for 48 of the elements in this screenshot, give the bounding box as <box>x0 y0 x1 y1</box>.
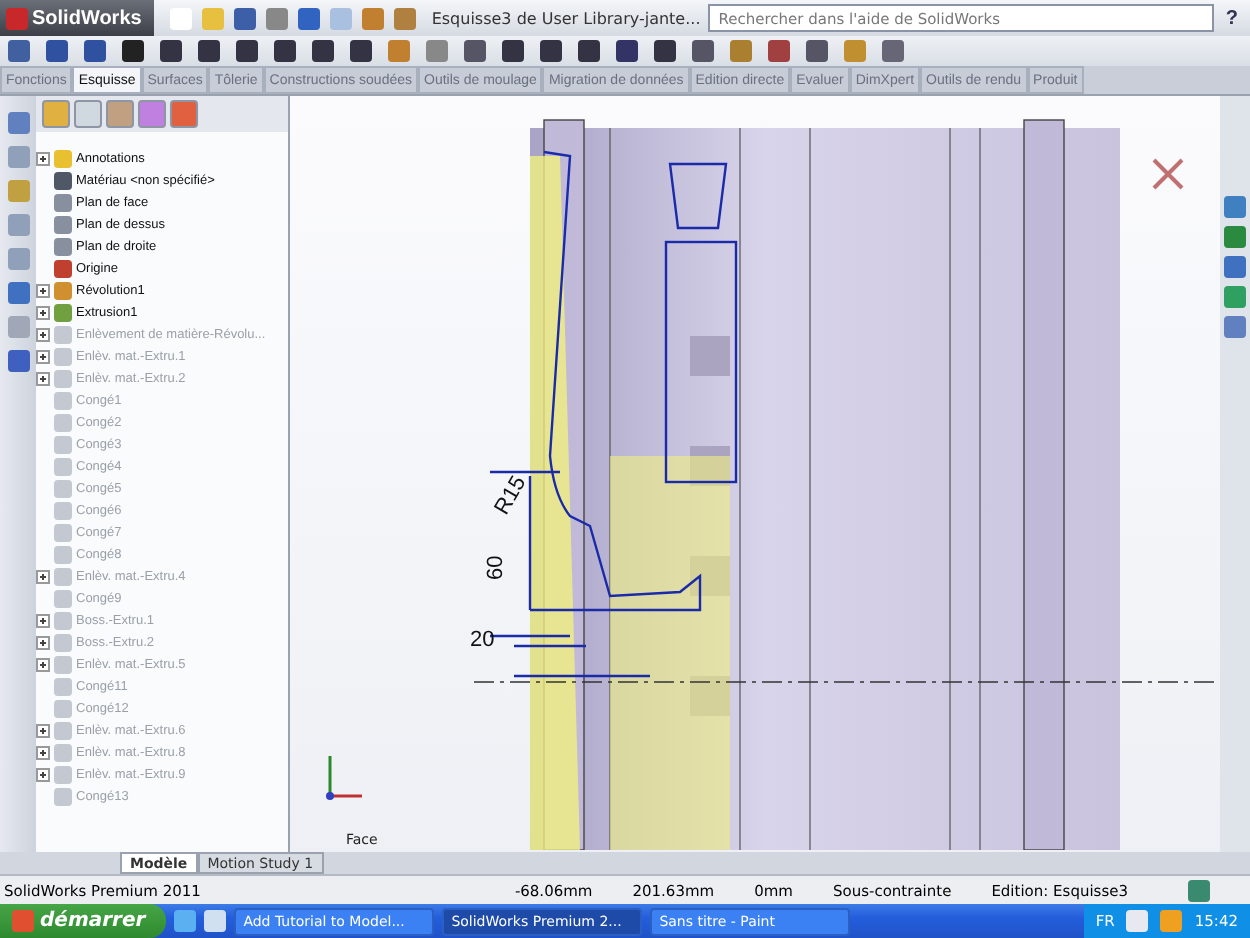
toolbar-icon[interactable] <box>692 40 714 62</box>
start-button[interactable]: démarrer <box>0 904 166 938</box>
toolbar-icon[interactable] <box>540 40 562 62</box>
toolbar-icon[interactable] <box>160 40 182 62</box>
toolbar-icon[interactable] <box>7 282 29 304</box>
toolbar-icon[interactable] <box>616 40 638 62</box>
triad-icon <box>326 756 362 800</box>
panel-tab[interactable] <box>74 100 102 128</box>
expand-icon[interactable] <box>36 306 50 320</box>
toolbar-icon[interactable] <box>233 7 256 29</box>
toolbar-icon[interactable] <box>882 40 904 62</box>
help-button[interactable]: ? <box>1221 7 1242 29</box>
document-title: Esquisse3 de User Library-jante... <box>431 9 701 27</box>
toolbar-icon[interactable] <box>578 40 600 62</box>
toolbar-icon[interactable] <box>350 40 372 62</box>
toolbar-icon[interactable] <box>7 350 29 372</box>
quicklaunch-icon[interactable] <box>203 910 226 932</box>
toolbar-icon[interactable] <box>806 40 828 62</box>
toolbar-icon[interactable] <box>265 7 288 29</box>
side-icon[interactable] <box>1224 286 1246 308</box>
toolbar-icon[interactable] <box>361 7 384 29</box>
expand-icon[interactable] <box>36 152 50 166</box>
toolbar-icon[interactable] <box>84 40 106 62</box>
toolbar-icon[interactable] <box>768 40 790 62</box>
quicklaunch-icon[interactable] <box>173 910 196 932</box>
side-icon[interactable] <box>1224 196 1246 218</box>
side-icon[interactable] <box>1224 226 1246 248</box>
side-icon[interactable] <box>1224 256 1246 278</box>
expand-icon[interactable] <box>36 284 50 298</box>
toolbar-icon[interactable] <box>654 40 676 62</box>
dimension-label[interactable]: 60 <box>484 555 508 580</box>
toolbar-icon[interactable] <box>297 7 320 29</box>
dimension-label[interactable]: 20 <box>470 628 495 652</box>
toolbar-icon[interactable] <box>464 40 486 62</box>
toolbar-icon[interactable] <box>198 40 220 62</box>
toolbar-icon[interactable] <box>393 7 416 29</box>
toolbar-icon[interactable] <box>274 40 296 62</box>
toolbar-icon[interactable] <box>7 112 29 134</box>
toolbar-icon[interactable] <box>46 40 68 62</box>
side-icon[interactable] <box>1224 316 1246 338</box>
toolbar-icon[interactable] <box>502 40 524 62</box>
toolbar-icon[interactable] <box>122 40 144 62</box>
toolbar-icon[interactable] <box>312 40 334 62</box>
tray-icon[interactable] <box>1126 910 1149 932</box>
toolbar-icon[interactable] <box>236 40 258 62</box>
app-logo: SolidWorks <box>0 0 154 36</box>
toolbar-icon[interactable] <box>8 40 30 62</box>
close-icon[interactable] <box>1152 158 1184 190</box>
